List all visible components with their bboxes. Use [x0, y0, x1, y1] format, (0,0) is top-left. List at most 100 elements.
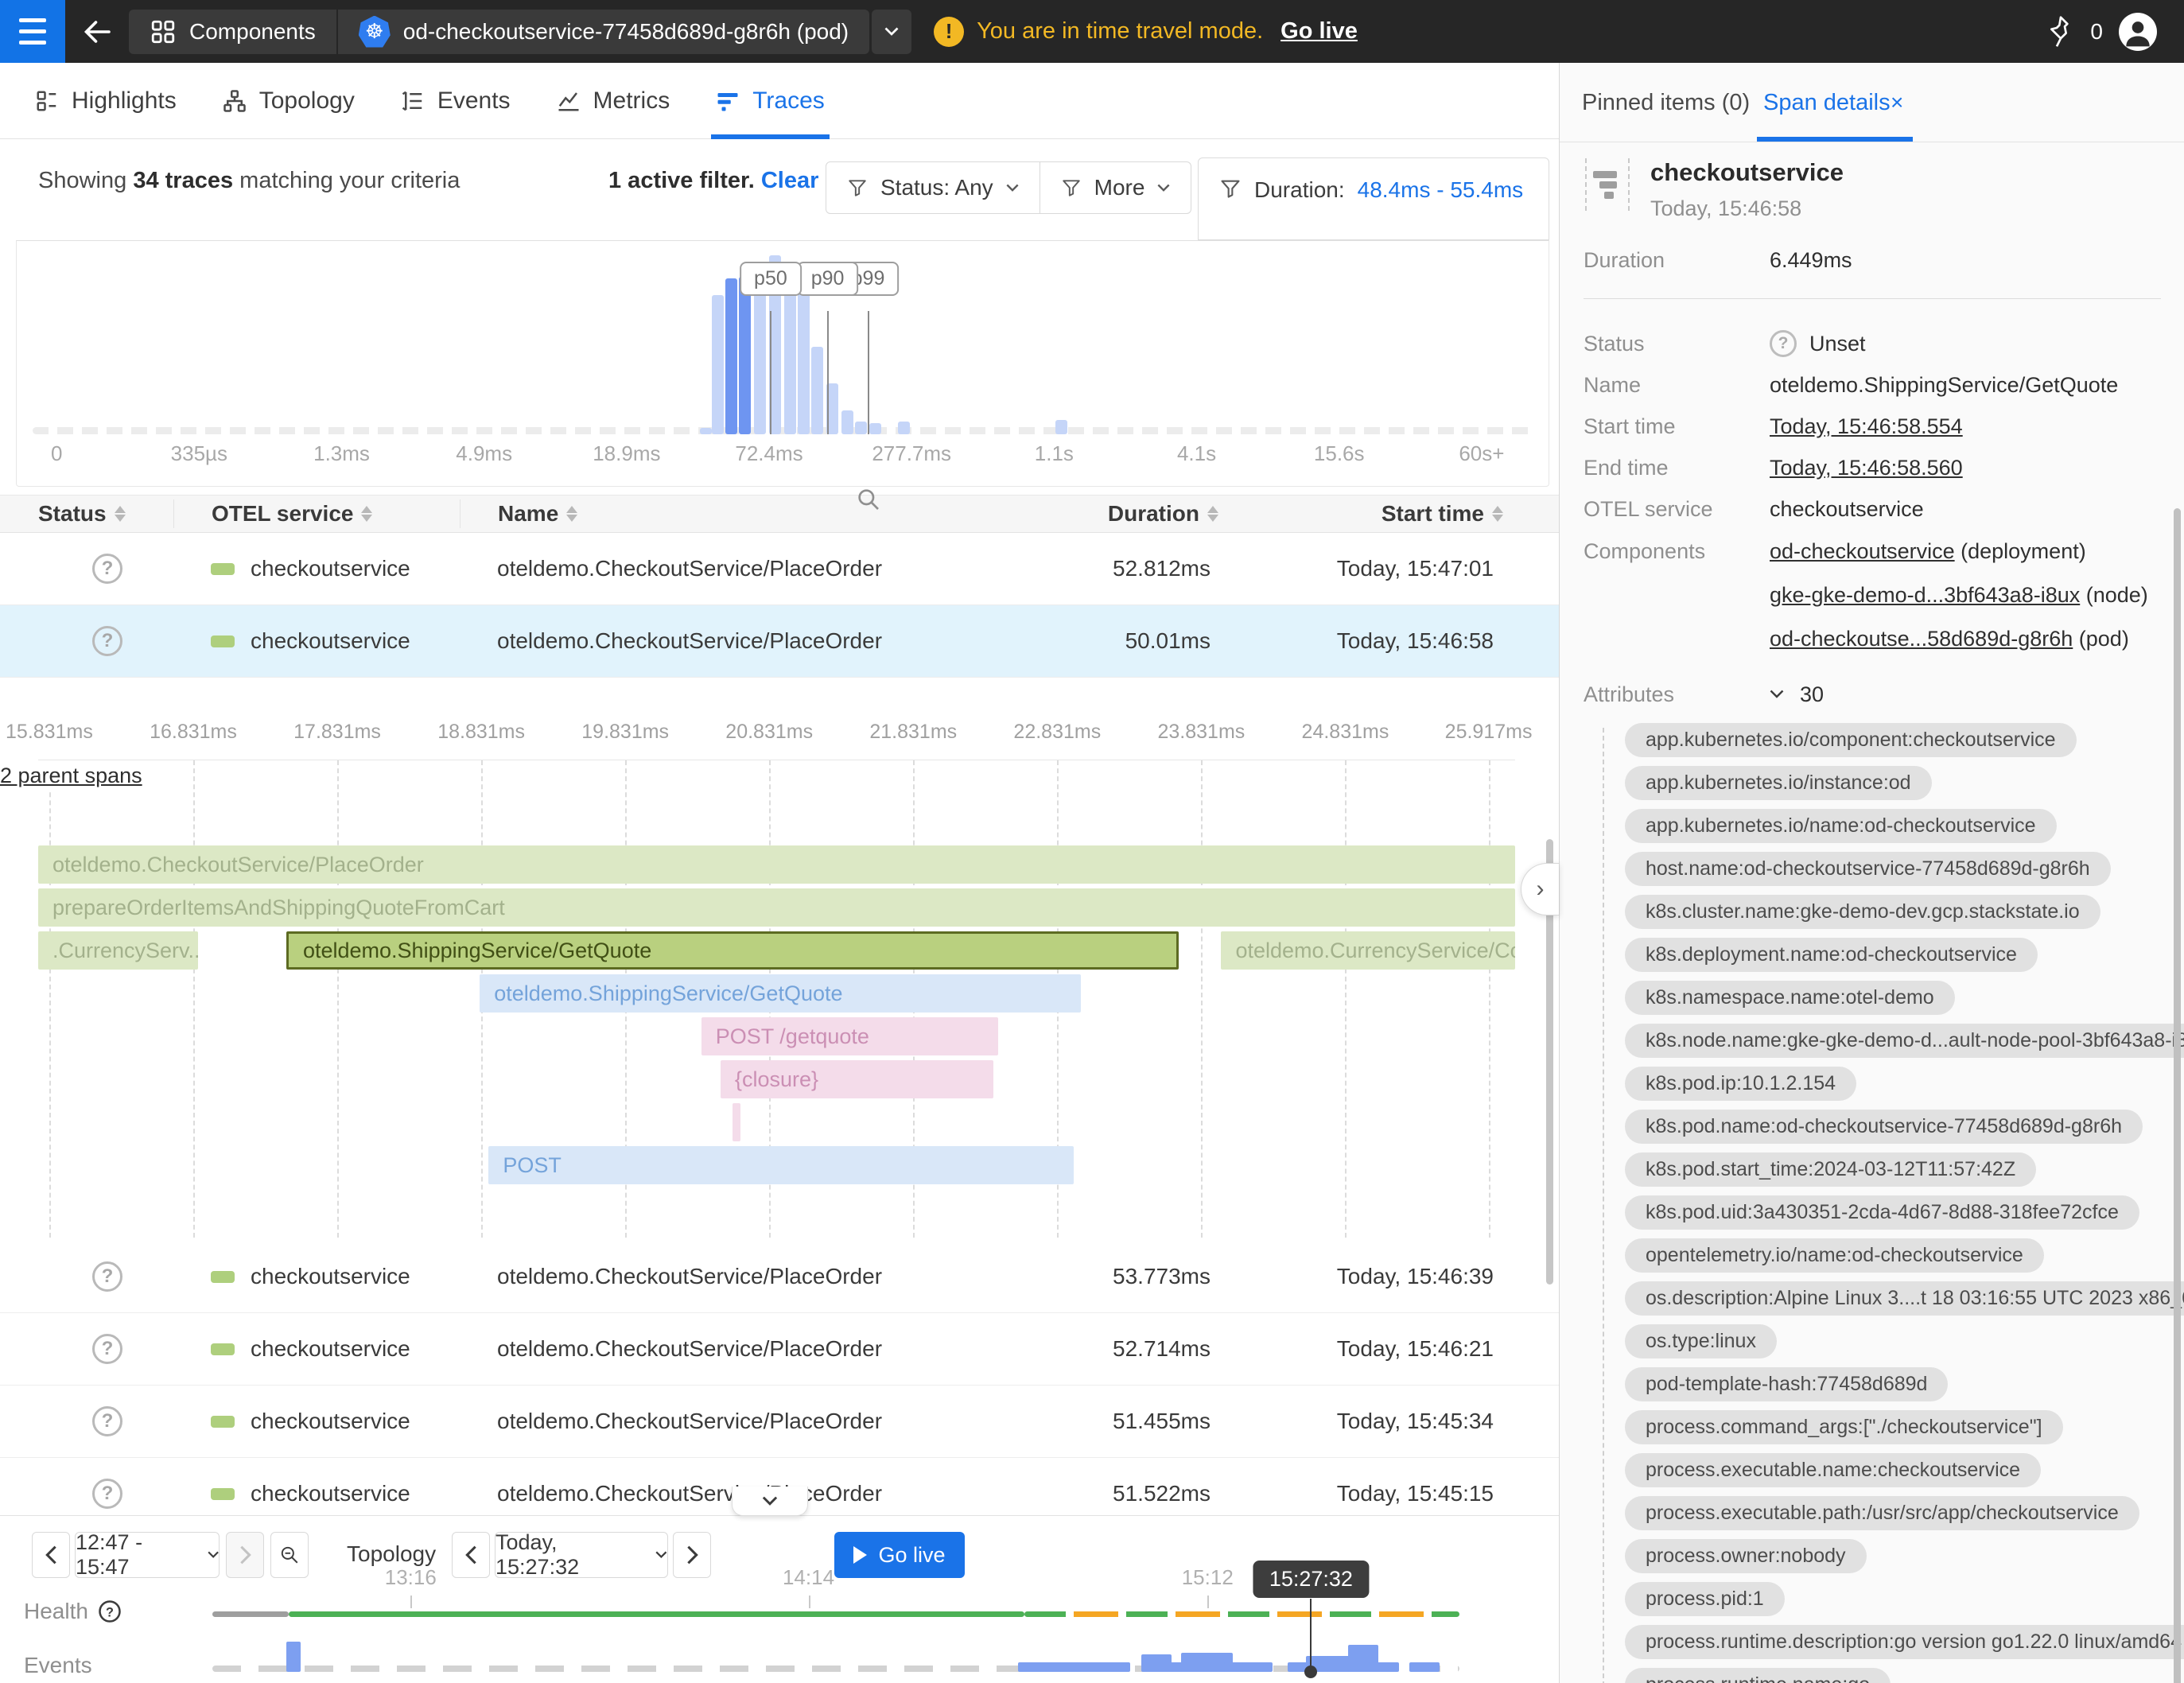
attribute-chip[interactable]: app.kubernetes.io/instance:od [1625, 766, 1932, 800]
tab-traces[interactable]: Traces [716, 63, 825, 139]
span-bar[interactable] [733, 1103, 740, 1141]
close-icon[interactable]: × [1891, 90, 1903, 115]
attribute-chip[interactable]: process.executable.path:/usr/src/app/che… [1625, 1496, 2139, 1530]
status-unknown-icon: ? [92, 626, 122, 656]
span-header: checkoutservice Today, 15:46:58 [1585, 158, 1844, 221]
span-bar[interactable]: oteldemo.ShippingService/GetQuote [286, 931, 1179, 970]
tab-metrics[interactable]: Metrics [557, 63, 670, 139]
attribute-chip[interactable]: process.pid:1 [1625, 1582, 1785, 1616]
attribute-chip[interactable]: process.owner:nobody [1625, 1539, 1867, 1573]
tab-span-details[interactable]: Span details [1763, 90, 1891, 116]
user-avatar[interactable] [2119, 13, 2157, 51]
trace-table-header: Status OTEL service Name Duration Start … [0, 495, 1559, 533]
entity-dropdown-caret[interactable] [872, 10, 911, 54]
field-end-time: End time Today, 15:46:58.560 [1584, 447, 2161, 488]
column-header-otel-service[interactable]: OTEL service [173, 499, 460, 528]
trace-row[interactable]: ? checkoutservice oteldemo.CheckoutServi… [0, 1386, 1559, 1458]
attribute-chip[interactable]: k8s.pod.ip:10.1.2.154 [1625, 1067, 1856, 1101]
search-icon[interactable] [856, 487, 881, 512]
span-bar-label: oteldemo.ShippingService/GetQuote [289, 939, 651, 963]
panel-scrollbar-thumb[interactable] [2174, 508, 2181, 1683]
event-bar[interactable] [1409, 1662, 1440, 1672]
attribute-chip[interactable]: host.name:od-checkoutservice-77458d689d-… [1625, 852, 2111, 886]
attribute-chip[interactable]: process.executable.name:checkoutservice [1625, 1453, 2041, 1487]
timeline-scrubber[interactable]: 13:1614:1415:12 15:27:32 [212, 1516, 1459, 1683]
histogram-axis-label: 72.4ms [735, 441, 802, 466]
span-bar[interactable]: POST [488, 1146, 1073, 1184]
start-time-link[interactable]: Today, 15:46:58.554 [1770, 414, 1963, 439]
histogram-axis-label: 0 [51, 441, 62, 466]
component-link[interactable]: od-checkoutse...58d689d-g8r6h [1770, 627, 2073, 651]
attribute-chip[interactable]: os.description:Alpine Linux 3....t 18 03… [1625, 1281, 2184, 1316]
highlights-icon [35, 89, 59, 113]
pin-icon[interactable] [2047, 16, 2074, 48]
parent-spans-link[interactable]: 2 parent spans [0, 760, 149, 791]
trace-row[interactable]: ? checkoutservice oteldemo.CheckoutServi… [0, 533, 1559, 605]
attribute-chip[interactable]: app.kubernetes.io/name:od-checkoutservic… [1625, 809, 2057, 843]
span-bar[interactable]: oteldemo.ShippingService/GetQuote [480, 974, 1081, 1013]
waterfall-gridline [1345, 760, 1347, 1238]
trace-row[interactable]: ? checkoutservice oteldemo.CheckoutServi… [0, 1241, 1559, 1313]
attribute-chip[interactable]: opentelemetry.io/name:od-checkoutservice [1625, 1238, 2044, 1273]
column-header-name[interactable]: Name [460, 499, 956, 528]
column-header-start-time[interactable]: Start time [1218, 501, 1559, 527]
component-link[interactable]: gke-gke-demo-d...3bf643a8-i8ux [1770, 583, 2080, 607]
more-filters-button[interactable]: More [1040, 161, 1192, 214]
range-back-button[interactable] [32, 1532, 70, 1578]
event-bar[interactable] [286, 1642, 301, 1672]
attribute-chip[interactable]: k8s.namespace.name:otel-demo [1625, 981, 1955, 1015]
tab-highlights[interactable]: Highlights [35, 63, 177, 139]
attribute-chip[interactable]: process.runtime.description:go version g… [1625, 1625, 2184, 1659]
attribute-chip[interactable]: k8s.cluster.name:gke-demo-dev.gcp.stacks… [1625, 895, 2100, 929]
collapse-waterfall-button[interactable] [732, 1487, 808, 1516]
attribute-chip[interactable]: os.type:linux [1625, 1324, 1777, 1358]
go-live-link[interactable]: Go live [1280, 18, 1358, 45]
waterfall-tick-label: 17.831ms [293, 721, 381, 744]
span-service-title: checkoutservice [1650, 158, 1844, 187]
attribute-chip[interactable]: k8s.pod.name:od-checkoutservice-77458d68… [1625, 1110, 2143, 1144]
attribute-chip[interactable]: k8s.node.name:gke-gke-demo-d...ault-node… [1625, 1024, 2184, 1058]
event-bar[interactable] [1242, 1662, 1273, 1672]
span-bar[interactable]: {closure} [721, 1060, 994, 1098]
span-bar[interactable]: oteldemo.CurrencyService/Co [1221, 931, 1515, 970]
menu-icon[interactable] [0, 0, 65, 63]
attribute-chip[interactable]: app.kubernetes.io/component:checkoutserv… [1625, 723, 2077, 757]
trace-row[interactable]: ? checkoutservice oteldemo.CheckoutServi… [0, 1313, 1559, 1386]
tab-pinned-items[interactable]: Pinned items (0) [1582, 90, 1750, 116]
back-button[interactable] [65, 0, 129, 63]
span-bar[interactable]: prepareOrderItemsAndShippingQuoteFromCar… [38, 888, 1515, 927]
duration-filter[interactable]: Duration: 48.4ms - 55.4ms [1198, 157, 1549, 240]
span-bar[interactable]: .CurrencyServ... [38, 931, 198, 970]
event-bar[interactable] [1369, 1662, 1399, 1672]
span-bar[interactable]: POST /getquote [701, 1017, 998, 1055]
tab-topology[interactable]: Topology [223, 63, 355, 139]
attribute-chip[interactable]: k8s.pod.uid:3a430351-2cda-4d67-8d88-318f… [1625, 1195, 2139, 1230]
attribute-chip[interactable]: pod-template-hash:77458d689d [1625, 1367, 1948, 1401]
column-header-status[interactable]: Status [0, 501, 173, 527]
end-time-link[interactable]: Today, 15:46:58.560 [1770, 456, 1963, 480]
sort-icon [361, 506, 372, 522]
trace-row-selected[interactable]: ? checkoutservice oteldemo.CheckoutServi… [0, 605, 1559, 678]
time-range-dropdown[interactable]: 12:47 - 15:47 [75, 1532, 220, 1578]
field-status: Status ?Unset [1584, 323, 2161, 364]
component-link[interactable]: od-checkoutservice [1770, 539, 1955, 563]
duration-histogram[interactable]: p50p90p99 0335µs1.3ms4.9ms18.9ms72.4ms27… [16, 240, 1549, 487]
chevron-down-icon[interactable] [1770, 690, 1784, 699]
sort-icon [1492, 506, 1503, 522]
attribute-chip[interactable]: process.runtime.name:go [1625, 1668, 1891, 1683]
entity-selector[interactable]: ☸ od-checkoutservice-77458d689d-g8r6h (p… [336, 10, 869, 54]
attribute-chip[interactable]: k8s.deployment.name:od-checkoutservice [1625, 938, 2038, 972]
results-summary: Showing 34 traces matching your criteria [38, 168, 460, 194]
attribute-chip[interactable]: k8s.pod.start_time:2024-03-12T11:57:42Z [1625, 1152, 2036, 1187]
clear-filters-link[interactable]: Clear [761, 168, 819, 193]
tab-events[interactable]: Events [401, 63, 511, 139]
column-header-duration[interactable]: Duration [956, 501, 1218, 527]
event-bar[interactable] [1100, 1662, 1130, 1672]
status-filter-button[interactable]: Status: Any [826, 161, 1040, 214]
waterfall-gridline [1489, 760, 1490, 1238]
span-bar[interactable]: oteldemo.CheckoutService/PlaceOrder [38, 845, 1515, 884]
person-icon [2120, 14, 2155, 49]
attribute-chip[interactable]: process.command_args:["./checkoutservice… [1625, 1410, 2063, 1444]
components-breadcrumb[interactable]: Components [129, 10, 336, 54]
help-icon[interactable]: ? [98, 1599, 122, 1623]
